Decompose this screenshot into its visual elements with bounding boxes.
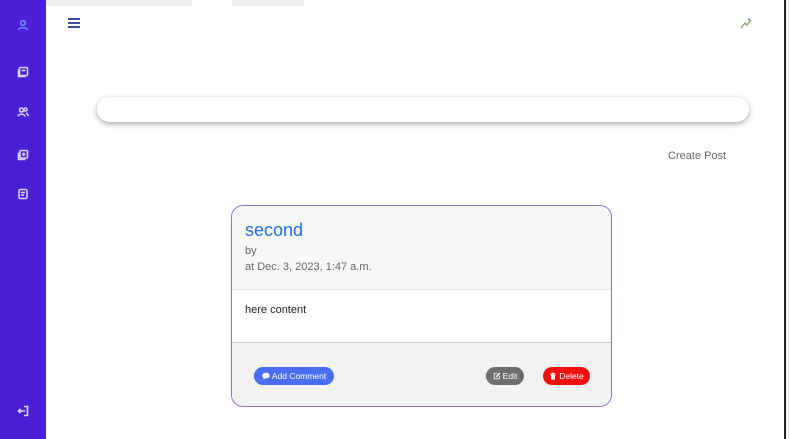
post-card-header: second by at Dec. 3, 2023, 1:47 a.m. bbox=[232, 206, 611, 290]
edit-icon bbox=[493, 372, 501, 380]
top-strip bbox=[232, 0, 304, 6]
post-date: at Dec. 3, 2023, 1:47 a.m. bbox=[245, 261, 372, 273]
create-post-link[interactable]: Create Post bbox=[668, 150, 726, 162]
sidebar-item-documents[interactable] bbox=[15, 186, 31, 202]
sidebar-item-users[interactable] bbox=[15, 104, 31, 120]
logout-icon bbox=[17, 405, 29, 417]
post-title[interactable]: second bbox=[245, 220, 303, 241]
sidebar-item-posts[interactable] bbox=[15, 64, 31, 80]
user-icon bbox=[17, 19, 29, 31]
hamburger-icon[interactable] bbox=[68, 18, 80, 28]
add-comment-label: Add Comment bbox=[271, 371, 327, 381]
add-post-icon bbox=[17, 149, 29, 161]
window-edge bbox=[784, 0, 790, 439]
edit-label: Edit bbox=[502, 371, 518, 381]
comment-icon bbox=[262, 372, 270, 380]
delete-label: Delete bbox=[559, 371, 584, 381]
top-strip bbox=[46, 0, 192, 6]
sidebar bbox=[0, 0, 46, 439]
edit-button[interactable]: Edit bbox=[486, 367, 524, 385]
post-author: by bbox=[245, 245, 257, 257]
post-card: second by at Dec. 3, 2023, 1:47 a.m. her… bbox=[231, 205, 612, 407]
post-card-footer: Add Comment Edit Delete bbox=[232, 342, 611, 406]
posts-icon bbox=[17, 66, 29, 78]
document-icon bbox=[18, 188, 28, 200]
delete-button[interactable]: Delete bbox=[543, 367, 590, 385]
sidebar-item-add-post[interactable] bbox=[15, 147, 31, 163]
users-icon bbox=[17, 107, 29, 117]
sidebar-item-user[interactable] bbox=[15, 17, 31, 33]
trash-icon bbox=[550, 372, 557, 380]
broken-image-icon bbox=[740, 18, 752, 29]
post-content: here content bbox=[245, 304, 307, 316]
search-input[interactable] bbox=[97, 97, 749, 122]
add-comment-button[interactable]: Add Comment bbox=[254, 367, 334, 385]
sidebar-logout[interactable] bbox=[15, 403, 31, 419]
avatar[interactable] bbox=[740, 14, 752, 29]
